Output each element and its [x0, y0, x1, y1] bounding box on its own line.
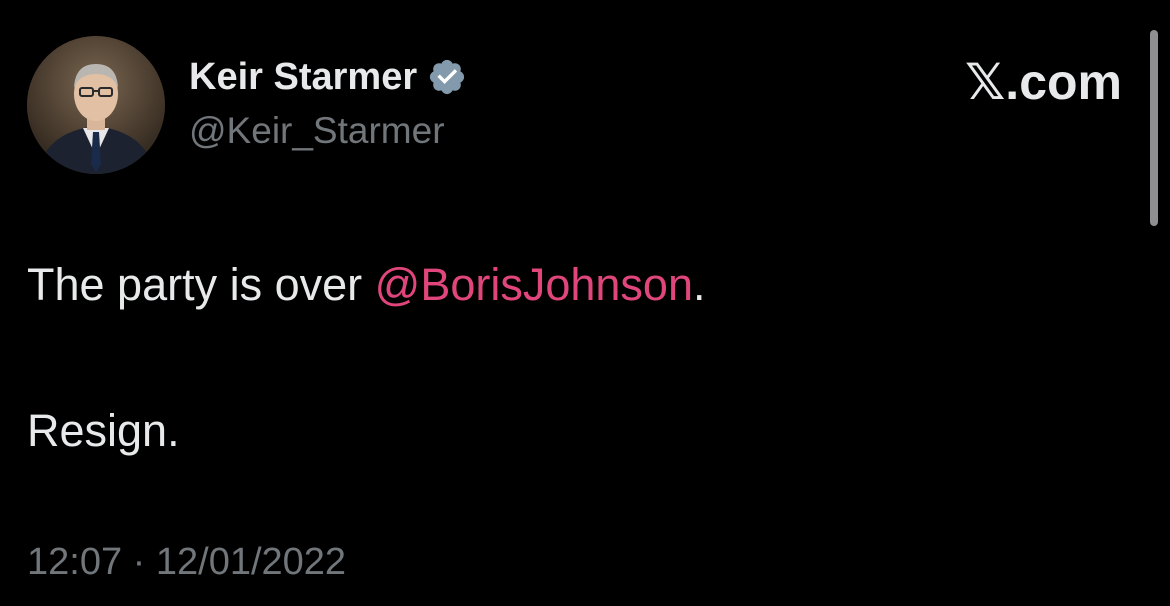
tweet-text-prefix: The party is over — [27, 259, 375, 310]
tweet-text-suffix: . — [692, 259, 706, 310]
tweet-timestamp[interactable]: 12:07 · 12/01/2022 — [27, 538, 346, 586]
scrollbar[interactable] — [1150, 30, 1158, 226]
verified-badge-icon[interactable] — [427, 57, 467, 97]
tweet-text-line-1: The party is over @BorisJohnson. — [27, 258, 706, 312]
mention-link[interactable]: @BorisJohnson — [375, 259, 693, 310]
avatar[interactable] — [27, 36, 165, 174]
tweet-text-line-2: Resign. — [27, 405, 180, 456]
author-handle[interactable]: @Keir_Starmer — [189, 110, 445, 152]
x-logo-watermark: 𝕏.com — [965, 54, 1122, 110]
author-display-name[interactable]: Keir Starmer — [189, 56, 417, 99]
author-name-row: Keir Starmer — [189, 52, 467, 102]
